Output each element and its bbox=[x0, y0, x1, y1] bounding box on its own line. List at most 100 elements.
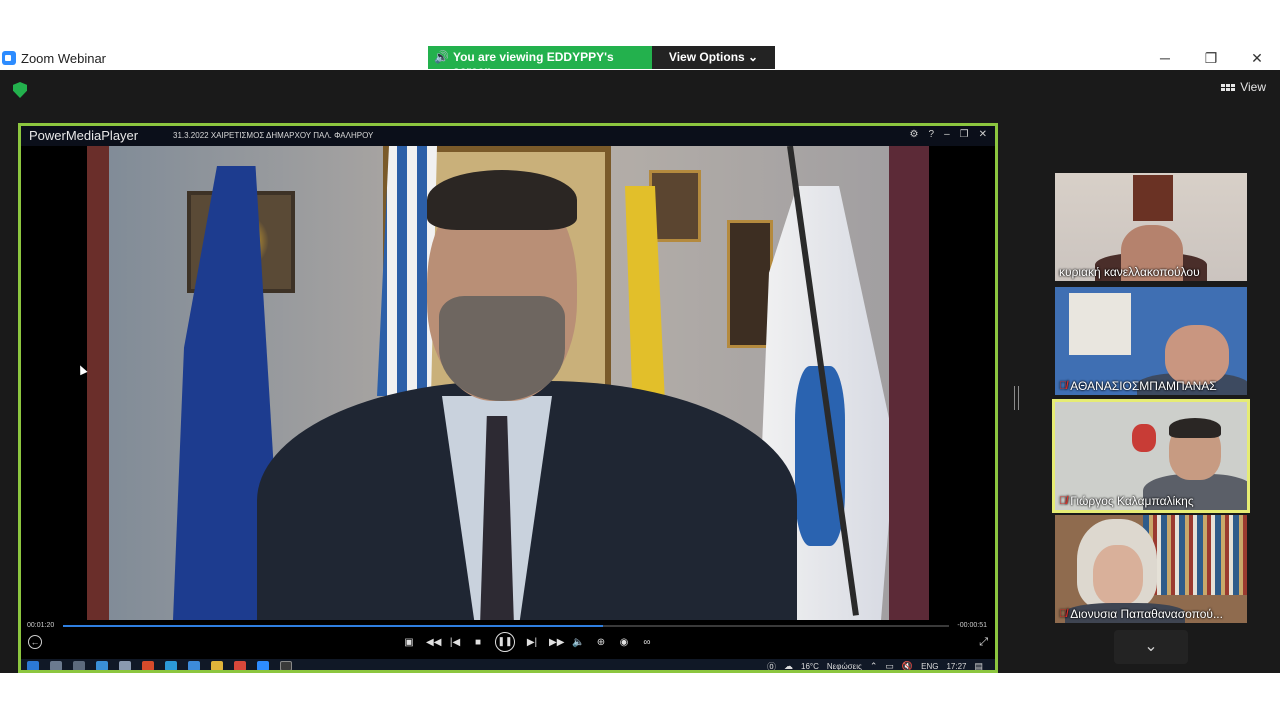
screen-share-banner: 🔊 You are viewing EDDYPPY's screen View … bbox=[428, 46, 775, 78]
media-player-caption: 31.3.2022 ΧΑΙΡΕΤΙΣΜΟΣ ΔΗΜΑΡΧΟΥ ΠΑΛ. ΦΑΛΗ… bbox=[173, 131, 374, 140]
view-options-button[interactable]: View Options ⌄ bbox=[652, 46, 775, 69]
grid-icon bbox=[1221, 83, 1236, 91]
participant-name: κυριακή κανελλακοπούλου bbox=[1059, 265, 1200, 279]
participant-face bbox=[1165, 325, 1229, 385]
participant-name-label: 🎙̸ Διονυσια Παπαθανασοπού... bbox=[1059, 607, 1223, 621]
participant-name-label: 🎙̸ Γιώργος Καλαμπαλίκης bbox=[1059, 494, 1194, 508]
minimize-button[interactable]: ─ bbox=[1142, 46, 1188, 70]
participant-name: Διονυσια Παπαθανασοπού... bbox=[1070, 607, 1223, 621]
participant-name: ΑΘΑΝΑΣΙΟΣΜΠΑΜΠΑΝΑΣ bbox=[1070, 379, 1217, 393]
edge-icon bbox=[165, 661, 177, 670]
transport-controls: ▣ ◀◀ |◀ ■ ❚❚ ▶| ▶▶ 🔈 ⊕ ◉ ∞ bbox=[403, 632, 653, 652]
settings-gear-icon: ⚙ bbox=[909, 129, 919, 140]
seek-bar bbox=[63, 625, 949, 627]
participant-name-label: 🎙̸ ΑΘΑΝΑΣΙΟΣΜΠΑΜΠΑΝΑΣ bbox=[1059, 379, 1217, 393]
mic-muted-icon: 🎙̸ bbox=[1059, 380, 1068, 392]
speaker-beard bbox=[439, 296, 565, 401]
restore-button[interactable]: ❐ bbox=[1188, 46, 1234, 70]
app-icon bbox=[96, 661, 108, 670]
participant-tile[interactable]: 🎙̸ ΑΘΑΝΑΣΙΟΣΜΠΑΜΠΑΝΑΣ bbox=[1055, 287, 1247, 395]
view-button-label: View bbox=[1240, 80, 1266, 94]
fast-forward-icon: ▶▶ bbox=[549, 636, 565, 648]
pause-icon: ❚❚ bbox=[495, 632, 515, 652]
fullscreen-icon: ⤢ bbox=[979, 636, 988, 648]
folder-icon bbox=[211, 661, 223, 670]
window-title: Zoom Webinar bbox=[21, 51, 107, 66]
wall-emblem bbox=[1132, 424, 1156, 452]
office-icon bbox=[142, 661, 154, 670]
wall-icons bbox=[1133, 175, 1173, 221]
title-bar: Zoom Webinar 🔊 You are viewing EDDYPPY's… bbox=[0, 46, 1280, 78]
stop-icon: ■ bbox=[474, 636, 482, 648]
eye-icon: ◉ bbox=[619, 636, 629, 648]
mic-muted-icon: 🎙̸ bbox=[1059, 495, 1068, 507]
speaker-hair bbox=[427, 170, 577, 230]
poster bbox=[1069, 293, 1131, 355]
close-icon: ✕ bbox=[978, 129, 987, 140]
back-arrow-icon: ← bbox=[28, 635, 42, 649]
shared-taskbar: ⓪ ☁ 16°C Νεφώσεις ⌃ ▭ 🔇 ENG 17:27 ▤ bbox=[21, 659, 995, 672]
restore-icon: ❐ bbox=[959, 129, 969, 140]
viewing-screen-indicator: 🔊 You are viewing EDDYPPY's screen bbox=[428, 46, 652, 78]
previous-icon: |◀ bbox=[449, 636, 461, 648]
chevron-down-icon: ⌄ bbox=[1144, 638, 1158, 655]
notifications-icon: ▤ bbox=[974, 660, 983, 671]
panel-resize-handle[interactable] bbox=[1014, 386, 1019, 410]
view-button[interactable]: View bbox=[1221, 80, 1266, 94]
zoom-app-icon bbox=[2, 51, 16, 65]
security-shield-icon[interactable] bbox=[13, 82, 27, 98]
windows-start-icon bbox=[27, 661, 39, 670]
participant-tile[interactable]: 🎙̸ Διονυσια Παπαθανασοπού... bbox=[1055, 515, 1247, 623]
curtain-right bbox=[889, 146, 929, 620]
participant-name-label: κυριακή κανελλακοπούλου bbox=[1059, 265, 1200, 279]
participant-name: Γιώργος Καλαμπαλίκης bbox=[1070, 494, 1194, 508]
screenshot-icon: ▣ bbox=[404, 636, 414, 648]
volume-icon: 🔈 bbox=[572, 636, 585, 648]
link-icon: ∞ bbox=[643, 636, 651, 648]
ie-icon bbox=[188, 661, 200, 670]
minimize-icon: – bbox=[944, 129, 950, 140]
close-button[interactable]: ✕ bbox=[1234, 46, 1280, 70]
network-icon: ▭ bbox=[885, 660, 894, 671]
mute-icon: 🔇 bbox=[901, 660, 914, 671]
app-icon bbox=[119, 661, 131, 670]
video-frame bbox=[87, 146, 929, 620]
temperature: 16°C bbox=[801, 661, 819, 671]
curtain-left bbox=[87, 146, 109, 620]
small-icon-painting bbox=[727, 220, 773, 348]
chrome-icon bbox=[234, 661, 246, 670]
participant-face bbox=[1093, 545, 1143, 605]
help-icon: ? bbox=[928, 129, 935, 140]
search-icon bbox=[50, 661, 62, 670]
system-tray: ⓪ ☁ 16°C Νεφώσεις ⌃ ▭ 🔇 ENG 17:27 ▤ bbox=[767, 659, 983, 672]
mic-muted-icon: 🎙̸ bbox=[1059, 608, 1068, 620]
time-remaining: -00:00:51 bbox=[957, 622, 987, 629]
input-language: ENG bbox=[921, 661, 939, 671]
chevron-up-icon: ⌃ bbox=[869, 660, 878, 671]
seek-bar-progress bbox=[63, 625, 604, 627]
shared-screen: PowerMediaPlayer 31.3.2022 ΧΑΙΡΕΤΙΣΜΟΣ Δ… bbox=[18, 123, 998, 673]
media-player-name: PowerMediaPlayer bbox=[29, 128, 139, 143]
next-icon: ▶| bbox=[526, 636, 538, 648]
weather: Νεφώσεις bbox=[826, 661, 862, 671]
rewind-icon: ◀◀ bbox=[426, 636, 442, 648]
scroll-down-button[interactable]: ⌄ bbox=[1114, 630, 1188, 664]
task-view-icon bbox=[73, 661, 85, 670]
help-icon: ⓪ bbox=[767, 661, 777, 672]
cloud-icon: ☁ bbox=[784, 660, 794, 671]
media-player-title-bar: PowerMediaPlayer 31.3.2022 ΧΑΙΡΕΤΙΣΜΟΣ Δ… bbox=[21, 126, 995, 146]
taskbar-clock: 17:27 bbox=[946, 661, 967, 671]
zoom-icon bbox=[257, 661, 269, 670]
time-elapsed: 00:01:20 bbox=[27, 622, 55, 629]
zoom-in-icon: ⊕ bbox=[596, 636, 606, 648]
participant-tile[interactable]: κυριακή κανελλακοπούλου bbox=[1055, 173, 1247, 281]
speaker-icon: 🔊 bbox=[434, 50, 449, 64]
media-player-icon bbox=[280, 661, 292, 670]
bookshelf bbox=[1143, 515, 1247, 595]
window-controls: ─ ❐ ✕ bbox=[1142, 46, 1280, 70]
zoom-window: Zoom Webinar 🔊 You are viewing EDDYPPY's… bbox=[0, 0, 1280, 720]
participant-hair bbox=[1169, 418, 1221, 438]
media-player-window-controls: ⚙ ? – ❐ ✕ bbox=[910, 129, 987, 140]
participant-tile-active-speaker[interactable]: 🎙̸ Γιώργος Καλαμπαλίκης bbox=[1052, 399, 1250, 513]
meeting-area: View PowerMediaPlayer 31.3.2022 ΧΑΙΡΕΤΙΣ… bbox=[0, 70, 1280, 673]
